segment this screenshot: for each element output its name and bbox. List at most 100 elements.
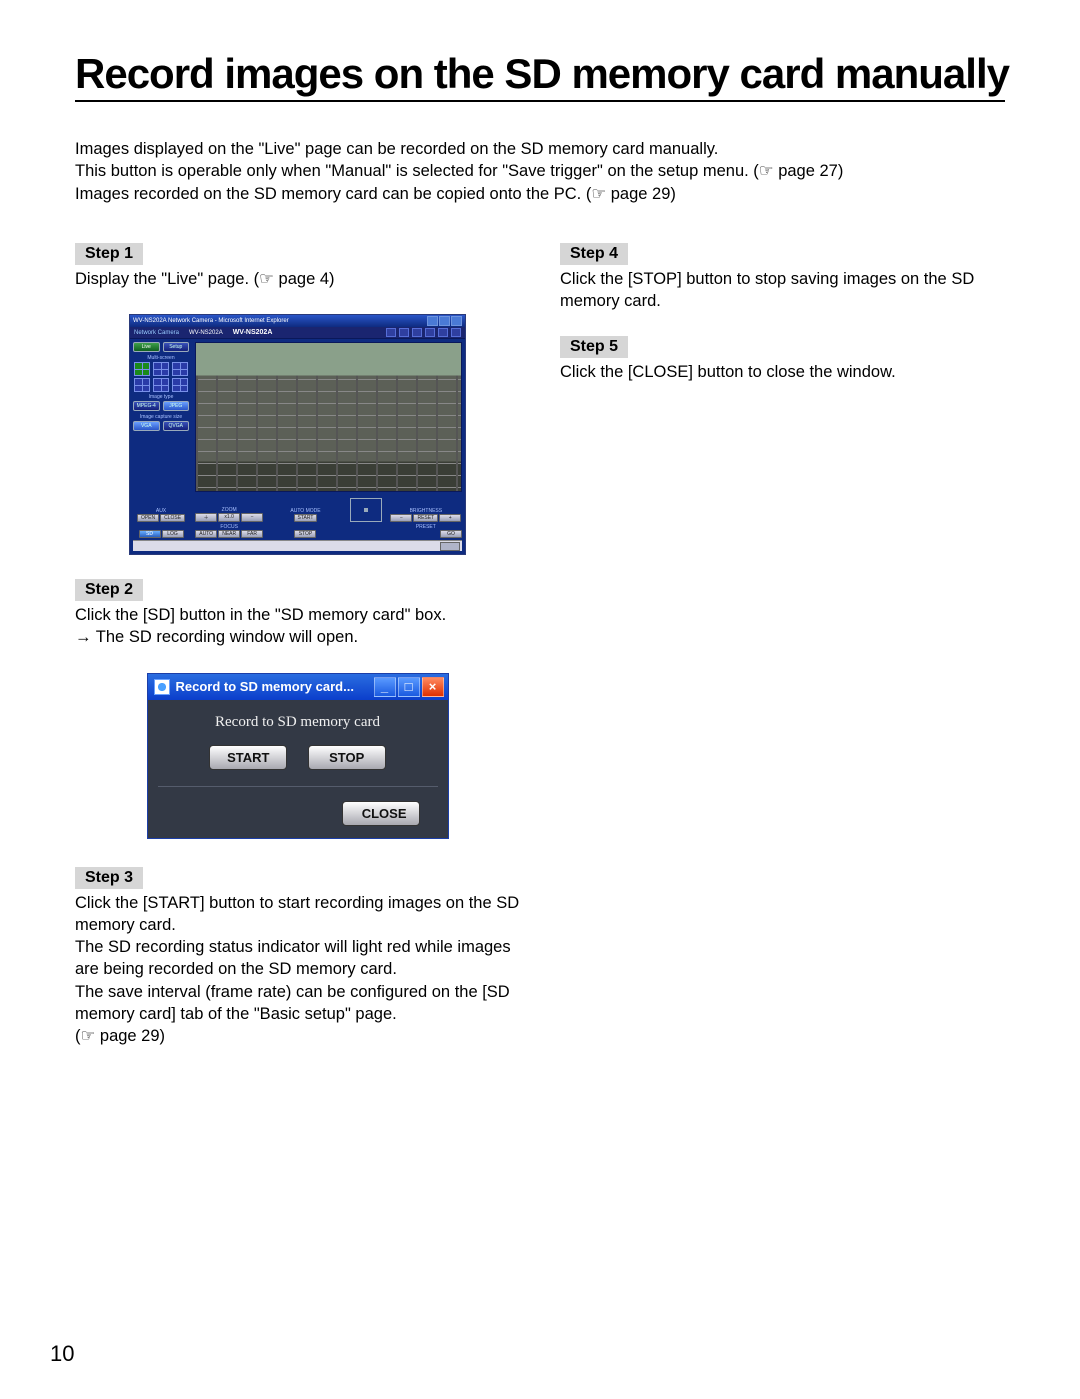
focus-far-button[interactable]: FAR bbox=[241, 530, 263, 538]
toolbar-icon[interactable] bbox=[451, 328, 461, 337]
sd-main-buttons: START STOP bbox=[158, 745, 438, 770]
image-type-label: Image type bbox=[133, 394, 189, 400]
page-title: Record images on the SD memory card manu… bbox=[75, 50, 1005, 102]
pan-tilt-pad[interactable] bbox=[350, 498, 382, 522]
page-number: 10 bbox=[50, 1341, 74, 1367]
sd-heading: Record to SD memory card bbox=[158, 714, 438, 731]
log-button[interactable]: LOG bbox=[162, 530, 184, 538]
sd-body: Record to SD memory card START STOP CLOS… bbox=[148, 700, 448, 838]
intro-paragraph: Images displayed on the "Live" page can … bbox=[75, 138, 1005, 205]
grid-2x2-icon[interactable] bbox=[172, 362, 188, 376]
preset-go-button[interactable]: GO bbox=[440, 530, 462, 538]
jpeg-button[interactable]: JPEG bbox=[163, 401, 190, 411]
intro-line-2: This button is operable only when "Manua… bbox=[75, 160, 1005, 182]
close-button[interactable]: CLOSE bbox=[342, 801, 420, 826]
cam-header: Network Camera WV-NS202A WV-NS202A bbox=[130, 327, 465, 339]
live-button[interactable]: Live bbox=[133, 342, 160, 352]
minimize-icon[interactable] bbox=[427, 316, 438, 326]
step-2-line-2: The SD recording window will open. bbox=[75, 626, 520, 648]
step-1-body-a: Display the "Live" page. ( bbox=[75, 270, 259, 288]
cam-model-2: WV-NS202A bbox=[233, 329, 273, 336]
step-3-line-2: The SD recording status indicator will l… bbox=[75, 936, 520, 981]
step-4-label: Step 4 bbox=[560, 243, 628, 265]
automode-stop-button[interactable]: STOP bbox=[294, 530, 316, 538]
intro-line-1: Images displayed on the "Live" page can … bbox=[75, 138, 1005, 160]
camera-ui-screenshot: WV-NS202A Network Camera - Microsoft Int… bbox=[129, 314, 466, 555]
setup-button[interactable]: Setup bbox=[163, 342, 190, 352]
left-column: Step 1 Display the "Live" page. (page 4)… bbox=[75, 243, 520, 1072]
toolbar-icon[interactable] bbox=[412, 328, 422, 337]
step-2-label: Step 2 bbox=[75, 579, 143, 601]
cam-model-1: WV-NS202A bbox=[189, 330, 223, 336]
step-3-line-3: The save interval (frame rate) can be co… bbox=[75, 981, 520, 1026]
toolbar-icon[interactable] bbox=[399, 328, 409, 337]
stop-button[interactable]: STOP bbox=[308, 745, 386, 770]
grid-3x3-icon[interactable] bbox=[172, 378, 188, 392]
cam-body: Live Setup Multi-screen bbox=[130, 339, 465, 495]
bright-plus-button[interactable]: + bbox=[439, 514, 461, 522]
page-ref-4: page 4 bbox=[259, 270, 329, 288]
grid-2x2-icon[interactable] bbox=[153, 362, 169, 376]
cam-vendor: Network Camera bbox=[134, 330, 179, 336]
grid-2x2-green-icon[interactable] bbox=[134, 362, 150, 376]
close-icon[interactable] bbox=[451, 316, 462, 326]
intro-line-3: Images recorded on the SD memory card ca… bbox=[75, 183, 1005, 205]
multiscreen-icons-row2 bbox=[133, 378, 189, 392]
step-2-body: Click the [SD] button in the "SD memory … bbox=[75, 604, 520, 649]
automode-start-button[interactable]: START bbox=[294, 514, 318, 522]
toolbar-icon[interactable] bbox=[438, 328, 448, 337]
sd-window-buttons: _ □ × bbox=[374, 677, 444, 697]
minimize-icon[interactable]: _ bbox=[374, 677, 396, 697]
vga-button[interactable]: VGA bbox=[133, 421, 160, 431]
step-5-label: Step 5 bbox=[560, 336, 628, 358]
step-3-line-4b: ) bbox=[160, 1027, 166, 1045]
step-3-line-1: Click the [START] button to start record… bbox=[75, 892, 520, 937]
maximize-icon[interactable]: □ bbox=[398, 677, 420, 697]
close-icon[interactable]: × bbox=[422, 677, 444, 697]
step-1: Step 1 Display the "Live" page. (page 4) bbox=[75, 243, 520, 290]
cam-window-titlebar: WV-NS202A Network Camera - Microsoft Int… bbox=[130, 315, 465, 327]
zoom-reset-button[interactable]: x1.0 bbox=[218, 513, 240, 522]
sd-close-row: CLOSE bbox=[158, 786, 438, 826]
step-1-body-b: ) bbox=[329, 270, 335, 288]
zoom-out-button[interactable]: − bbox=[241, 513, 263, 522]
step-3-body: Click the [START] button to start record… bbox=[75, 892, 520, 1048]
toolbar-icon[interactable] bbox=[386, 328, 396, 337]
page-ref-29a: page 29 bbox=[591, 185, 670, 203]
cam-sidebar: Live Setup Multi-screen bbox=[130, 339, 192, 495]
live-view-image bbox=[195, 342, 462, 492]
zoom-in-button[interactable]: ＋ bbox=[195, 513, 217, 522]
bright-reset-button[interactable]: RESET bbox=[413, 514, 438, 522]
intro-line-2a: This button is operable only when "Manua… bbox=[75, 162, 759, 180]
mpeg4-button[interactable]: MPEG-4 bbox=[133, 401, 160, 411]
toolbar-icon[interactable] bbox=[425, 328, 435, 337]
sd-title: Record to SD memory card... bbox=[176, 679, 354, 694]
grid-3x3-icon[interactable] bbox=[134, 378, 150, 392]
focus-near-button[interactable]: NEAR bbox=[218, 530, 240, 538]
sd-titlebar: Record to SD memory card... _ □ × bbox=[148, 674, 448, 700]
aux-close-button[interactable]: CLOSE bbox=[160, 514, 185, 522]
qvga-button[interactable]: QVGA bbox=[163, 421, 190, 431]
right-column: Step 4 Click the [STOP] button to stop s… bbox=[560, 243, 1005, 1072]
cam-window-buttons bbox=[427, 316, 462, 326]
aux-open-button[interactable]: OPEN bbox=[137, 514, 159, 522]
step-2-line-1: Click the [SD] button in the "SD memory … bbox=[75, 604, 520, 626]
intro-line-2b: ) bbox=[838, 162, 844, 180]
bright-minus-button[interactable]: − bbox=[390, 514, 412, 522]
pan-tilt-center-icon bbox=[364, 508, 368, 512]
step-3-line-4: (page 29) bbox=[75, 1025, 520, 1047]
grid-3x3-icon[interactable] bbox=[153, 378, 169, 392]
multiscreen-label: Multi-screen bbox=[133, 355, 189, 361]
focus-auto-button[interactable]: AUTO bbox=[195, 530, 217, 538]
sd-button[interactable]: SD bbox=[139, 530, 161, 538]
maximize-icon[interactable] bbox=[439, 316, 450, 326]
page: Record images on the SD memory card manu… bbox=[0, 0, 1080, 1399]
sd-record-dialog: Record to SD memory card... _ □ × Record… bbox=[147, 673, 449, 839]
image-capture-size-label: Image capture size bbox=[133, 414, 189, 420]
start-button[interactable]: START bbox=[209, 745, 287, 770]
ie-icon bbox=[154, 679, 170, 695]
step-4: Step 4 Click the [STOP] button to stop s… bbox=[560, 243, 1005, 313]
step-4-body: Click the [STOP] button to stop saving i… bbox=[560, 268, 1005, 313]
horizontal-scrollbar[interactable] bbox=[133, 540, 462, 551]
step-1-label: Step 1 bbox=[75, 243, 143, 265]
